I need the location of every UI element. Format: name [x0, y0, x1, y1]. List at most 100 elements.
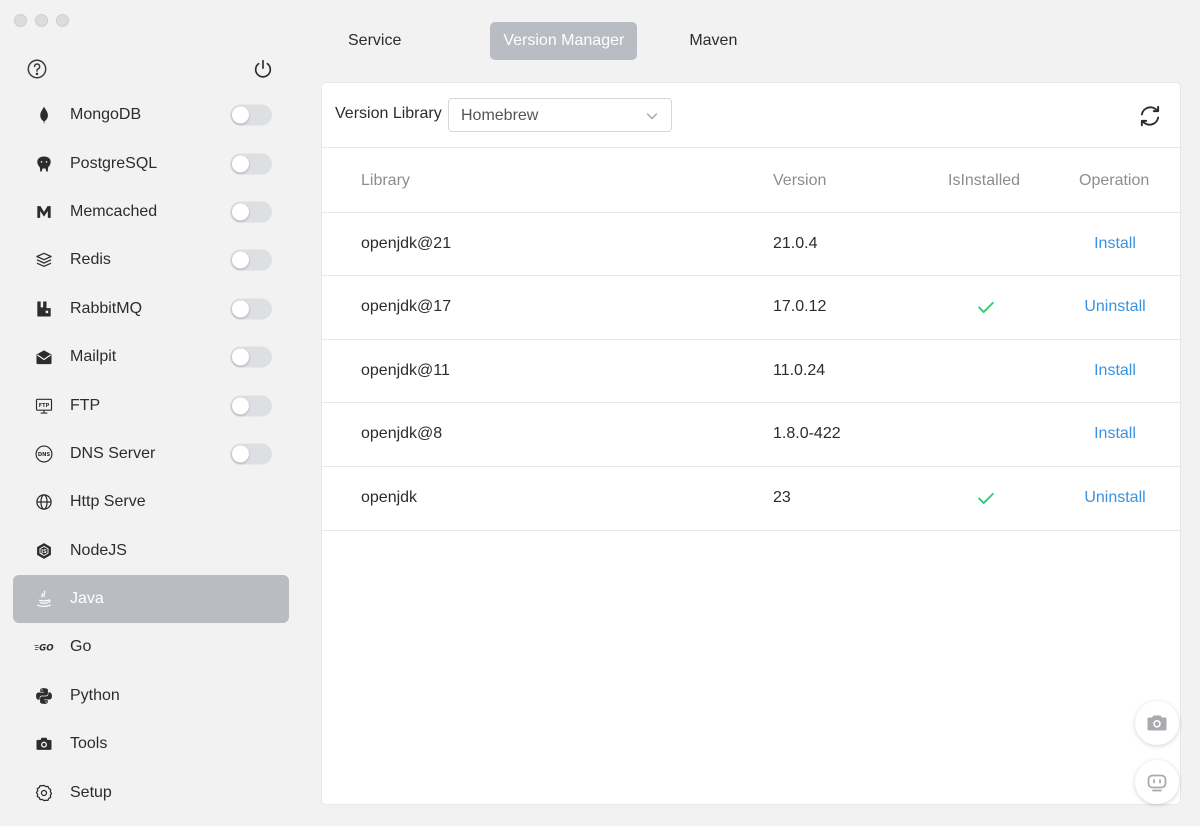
sidebar: MongoDB PostgreSQL Memcached Redis RabbitMQ M…: [0, 0, 300, 826]
tab-bar: Service Version Manager Maven: [322, 22, 750, 60]
svg-text:JS: JS: [40, 549, 47, 555]
sidebar-item-redis[interactable]: Redis: [13, 236, 289, 284]
header-version[interactable]: Version: [773, 172, 826, 190]
service-toggle[interactable]: [230, 443, 272, 465]
uninstall-link[interactable]: Uninstall: [1065, 298, 1165, 316]
sidebar-item-label: Mailpit: [70, 348, 117, 366]
sidebar-item-label: DNS Server: [70, 444, 156, 462]
sidebar-item-label: Http Serve: [70, 493, 146, 511]
install-link[interactable]: Install: [1065, 235, 1165, 253]
service-toggle[interactable]: [230, 201, 272, 223]
header-library[interactable]: Library: [361, 172, 410, 190]
table-row: openjdk@8 1.8.0-422 Install: [322, 403, 1180, 467]
ftp-icon: FTP: [33, 395, 55, 417]
install-link[interactable]: Install: [1065, 425, 1165, 443]
panel-toolbar: Version Library Homebrew: [322, 83, 1180, 148]
sidebar-item-nodejs[interactable]: JS NodeJS: [13, 527, 289, 575]
tab-maven[interactable]: Maven: [676, 22, 750, 60]
table-row: openjdk@11 11.0.24 Install: [322, 340, 1180, 404]
cell-version: 1.8.0-422: [773, 425, 841, 443]
rabbitmq-icon: [33, 298, 55, 320]
redis-icon: [33, 249, 55, 271]
go-icon: GO: [33, 636, 55, 658]
service-toggle[interactable]: [230, 395, 272, 417]
toolbox-icon: [33, 733, 55, 755]
tab-service[interactable]: Service: [335, 22, 414, 60]
sidebar-item-ftp[interactable]: FTP FTP: [13, 381, 289, 429]
table-row: openjdk@17 17.0.12 Uninstall: [322, 276, 1180, 340]
toggle-knob: [232, 397, 249, 415]
cell-version: 11.0.24: [773, 361, 826, 379]
check-icon: [978, 492, 994, 504]
sidebar-item-label: Java: [70, 590, 104, 608]
help-icon[interactable]: [26, 58, 48, 80]
sidebar-item-rabbitmq[interactable]: RabbitMQ: [13, 285, 289, 333]
globe-icon: [33, 491, 55, 513]
header-isinstalled[interactable]: IsInstalled: [948, 172, 1020, 190]
sidebar-item-postgresql[interactable]: PostgreSQL: [13, 139, 289, 187]
gear-icon: [33, 782, 55, 804]
version-library-value: Homebrew: [461, 107, 539, 124]
ai-assistant-button[interactable]: [1135, 760, 1179, 804]
python-icon: [33, 685, 55, 707]
sidebar-item-label: NodeJS: [70, 541, 127, 559]
version-library-select[interactable]: Homebrew: [448, 98, 672, 132]
check-icon: [978, 302, 994, 314]
toggle-knob: [232, 300, 249, 318]
app-window: MongoDB PostgreSQL Memcached Redis RabbitMQ M…: [0, 0, 1200, 826]
versions-table: Library Version IsInstalled Operation op…: [322, 149, 1180, 531]
sidebar-item-tools[interactable]: Tools: [13, 720, 289, 768]
screenshot-button[interactable]: [1135, 701, 1179, 745]
svg-text:DNS: DNS: [38, 452, 51, 458]
table-row: openjdk@21 21.0.4 Install: [322, 213, 1180, 277]
mailpit-icon: [33, 346, 55, 368]
toggle-knob: [232, 348, 249, 366]
header-operation: Operation: [1079, 172, 1150, 189]
refresh-icon[interactable]: [1137, 103, 1163, 129]
uninstall-link[interactable]: Uninstall: [1065, 489, 1165, 507]
sidebar-item-label: PostgreSQL: [70, 154, 158, 172]
service-toggle[interactable]: [230, 298, 272, 320]
install-link[interactable]: Install: [1065, 362, 1165, 380]
tab-version-manager[interactable]: Version Manager: [490, 22, 638, 60]
sidebar-item-java[interactable]: Java: [13, 574, 289, 624]
sidebar-item-dns-server[interactable]: DNS DNS Server: [13, 430, 289, 478]
power-icon[interactable]: [252, 58, 274, 80]
sidebar-item-python[interactable]: Python: [13, 672, 289, 720]
version-manager-panel: Version Library Homebrew Library Version…: [322, 83, 1180, 804]
sidebar-item-go[interactable]: GO Go: [13, 623, 289, 671]
cell-version: 23: [773, 488, 791, 506]
toggle-knob: [232, 106, 249, 124]
camera-icon: [1147, 715, 1167, 731]
cell-library: openjdk@21: [361, 234, 452, 252]
sidebar-item-label: MongoDB: [70, 106, 142, 124]
sidebar-item-setup[interactable]: Setup: [13, 768, 289, 816]
toggle-knob: [232, 155, 249, 173]
cell-version: 21.0.4: [773, 234, 818, 252]
sidebar-item-http-serve[interactable]: Http Serve: [13, 478, 289, 526]
sidebar-item-mongodb[interactable]: MongoDB: [13, 91, 289, 139]
svg-text:FTP: FTP: [39, 403, 50, 409]
sidebar-item-label: Tools: [70, 735, 108, 753]
service-toggle[interactable]: [230, 104, 272, 126]
sidebar-item-label: Go: [70, 638, 92, 656]
sidebar-item-label: Redis: [70, 251, 111, 269]
version-library-label: Version Library: [335, 105, 442, 122]
cell-library: openjdk: [361, 488, 418, 506]
sidebar-item-mailpit[interactable]: Mailpit: [13, 333, 289, 381]
service-toggle[interactable]: [230, 346, 272, 368]
sidebar-item-label: Memcached: [70, 202, 158, 220]
service-toggle[interactable]: [230, 153, 272, 175]
sidebar-top-controls: [26, 58, 276, 82]
sidebar-item-label: Setup: [70, 783, 112, 801]
table-header: Library Version IsInstalled Operation: [322, 149, 1180, 213]
service-toggle[interactable]: [230, 249, 272, 271]
memcached-icon: [33, 201, 55, 223]
sidebar-item-label: RabbitMQ: [70, 299, 143, 317]
java-icon: [33, 588, 55, 610]
sidebar-item-memcached[interactable]: Memcached: [13, 188, 289, 236]
sidebar-item-label: FTP: [70, 396, 101, 414]
cell-library: openjdk@8: [361, 425, 443, 443]
cell-version: 17.0.12: [773, 298, 827, 316]
table-body: openjdk@21 21.0.4 Install openjdk@17 17.0.12…: [322, 213, 1180, 531]
